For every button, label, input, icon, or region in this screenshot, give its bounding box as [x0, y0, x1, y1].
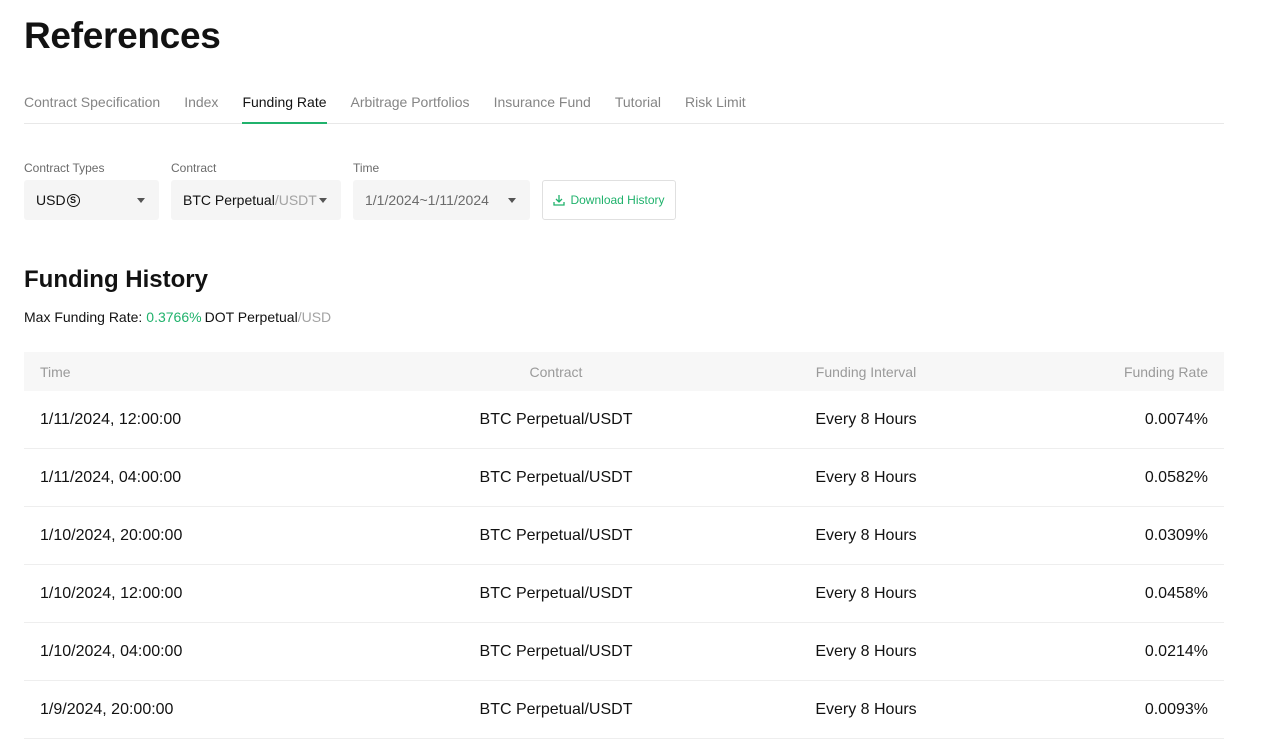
tab-bar: Contract Specification Index Funding Rat… — [24, 84, 1224, 124]
tab-risk-limit[interactable]: Risk Limit — [685, 84, 746, 123]
row-rate: 0.0582% — [1144, 468, 1208, 486]
column-header-time: Time — [40, 363, 71, 380]
row-contract: BTC Perpetual/USDT — [479, 642, 633, 660]
row-rate: 0.0074% — [1144, 410, 1208, 428]
row-time: 1/10/2024, 04:00:00 — [40, 642, 183, 660]
circled-s-icon: S — [66, 193, 80, 207]
time-label: Time — [353, 161, 380, 175]
table-header: Time Contract Funding Interval Funding R… — [24, 352, 1224, 391]
row-interval: Every 8 Hours — [815, 584, 917, 602]
max-funding-label: Max Funding Rate: — [24, 309, 143, 325]
row-time: 1/10/2024, 12:00:00 — [40, 584, 183, 602]
tab-tutorial[interactable]: Tutorial — [615, 84, 661, 123]
max-funding-contract: DOT Perpetual — [204, 309, 298, 325]
row-time: 1/10/2024, 20:00:00 — [40, 526, 183, 544]
tab-arbitrage-portfolios[interactable]: Arbitrage Portfolios — [351, 84, 470, 123]
references-page: References Contract Specification Index … — [0, 0, 1287, 743]
time-range-value: 1/1/2024~1/11/2024 — [365, 192, 489, 208]
tab-index[interactable]: Index — [184, 84, 218, 123]
table-row: 1/10/2024, 12:00:00 BTC Perpetual/USDT E… — [24, 565, 1224, 623]
max-funding-rate: Max Funding Rate: 0.3766% DOT Perpetual/US… — [24, 309, 331, 325]
row-interval: Every 8 Hours — [815, 642, 917, 660]
contract-types-select[interactable]: USD S — [24, 180, 159, 220]
table-row: 1/11/2024, 12:00:00 BTC Perpetual/USDT E… — [24, 391, 1224, 449]
table-row: 1/10/2024, 20:00:00 BTC Perpetual/USDT E… — [24, 507, 1224, 565]
time-range-select[interactable]: 1/1/2024~1/11/2024 — [353, 180, 530, 220]
page-title: References — [24, 15, 221, 56]
row-contract: BTC Perpetual/USDT — [479, 700, 633, 718]
download-history-label: Download History — [570, 193, 665, 207]
contract-select[interactable]: BTC Perpetual/USDT — [171, 180, 341, 220]
contract-types-label: Contract Types — [24, 161, 105, 175]
row-rate: 0.0458% — [1144, 584, 1208, 602]
table-row: 1/11/2024, 04:00:00 BTC Perpetual/USDT E… — [24, 449, 1224, 507]
funding-history-table: Time Contract Funding Interval Funding R… — [24, 352, 1224, 739]
chevron-down-icon — [137, 198, 145, 203]
column-header-funding-interval: Funding Interval — [815, 363, 917, 380]
download-history-button[interactable]: Download History — [542, 180, 676, 220]
table-row: 1/10/2024, 04:00:00 BTC Perpetual/USDT E… — [24, 623, 1224, 681]
funding-history-title: Funding History — [24, 266, 208, 293]
row-time: 1/9/2024, 20:00:00 — [40, 700, 174, 718]
row-interval: Every 8 Hours — [815, 700, 917, 718]
column-header-funding-rate: Funding Rate — [1123, 363, 1208, 380]
max-funding-value: 0.3766% — [146, 309, 202, 325]
table-row: 1/9/2024, 20:00:00 BTC Perpetual/USDT Ev… — [24, 681, 1224, 739]
download-icon — [553, 195, 566, 206]
contract-value: BTC Perpetual — [183, 192, 275, 208]
row-rate: 0.0309% — [1144, 526, 1208, 544]
row-contract: BTC Perpetual/USDT — [479, 584, 633, 602]
contract-types-value: USD — [36, 192, 66, 208]
max-funding-contract-suffix: /USD — [297, 309, 332, 325]
tab-funding-rate[interactable]: Funding Rate — [242, 84, 327, 124]
row-contract: BTC Perpetual/USDT — [479, 468, 633, 486]
row-rate: 0.0214% — [1144, 642, 1208, 660]
row-contract: BTC Perpetual/USDT — [479, 410, 633, 428]
column-header-contract: Contract — [529, 363, 583, 380]
chevron-down-icon — [508, 198, 516, 203]
tab-contract-specification[interactable]: Contract Specification — [24, 84, 160, 123]
row-contract: BTC Perpetual/USDT — [479, 526, 633, 544]
contract-suffix: /USDT — [274, 192, 317, 208]
contract-label: Contract — [171, 161, 217, 175]
chevron-down-icon — [319, 198, 327, 203]
row-rate: 0.0093% — [1144, 700, 1208, 718]
row-interval: Every 8 Hours — [815, 526, 917, 544]
row-time: 1/11/2024, 12:00:00 — [40, 410, 182, 428]
row-time: 1/11/2024, 04:00:00 — [40, 468, 182, 486]
tab-insurance-fund[interactable]: Insurance Fund — [494, 84, 591, 123]
row-interval: Every 8 Hours — [815, 468, 917, 486]
row-interval: Every 8 Hours — [815, 410, 917, 428]
